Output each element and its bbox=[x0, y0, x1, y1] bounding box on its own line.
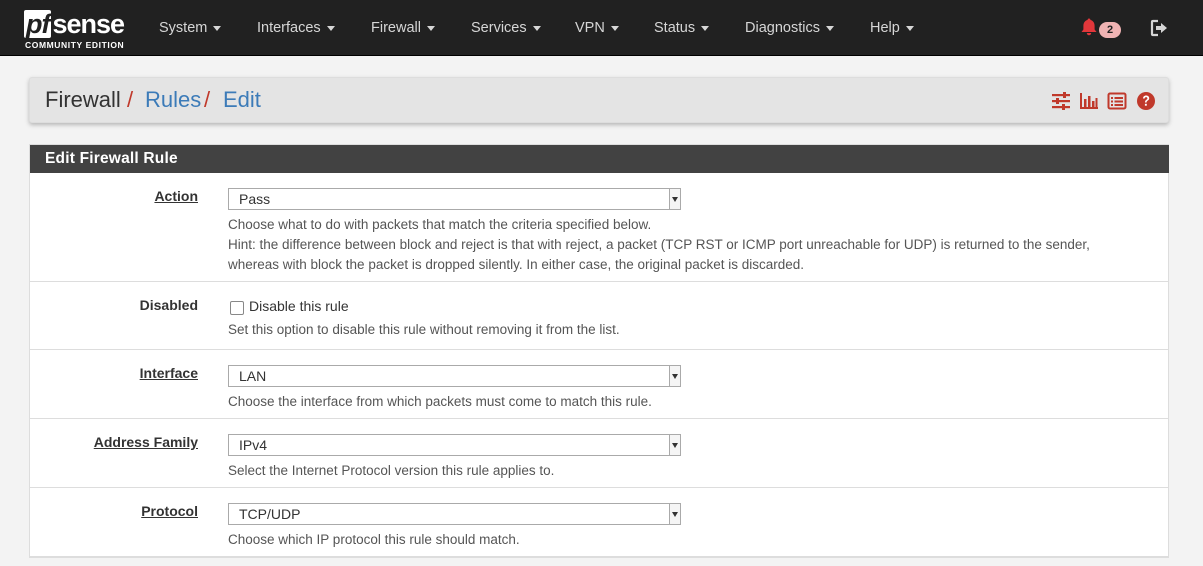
nav-diagnostics-label: Diagnostics bbox=[745, 20, 820, 36]
disabled-label: Disabled bbox=[139, 297, 198, 313]
nav-firewall[interactable]: Firewall bbox=[371, 0, 435, 56]
breadcrumb-firewall: Firewall bbox=[45, 87, 121, 112]
breadcrumb-rules-link[interactable]: Rules bbox=[145, 87, 201, 113]
question-circle-icon[interactable] bbox=[1136, 91, 1156, 111]
logo-sense: sense bbox=[52, 9, 125, 39]
caret-down-icon bbox=[326, 25, 335, 31]
address-family-label[interactable]: Address Family bbox=[94, 434, 198, 450]
panel-title: Edit Firewall Rule bbox=[30, 145, 1169, 173]
nav-system-label: System bbox=[159, 20, 208, 36]
interface-label[interactable]: Interface bbox=[140, 365, 198, 381]
breadcrumb: Firewall / Rules / Edit bbox=[29, 77, 1169, 123]
protocol-label[interactable]: Protocol bbox=[141, 503, 198, 519]
caret-down-icon bbox=[532, 25, 541, 31]
protocol-select[interactable]: TCP/UDP bbox=[228, 503, 681, 525]
action-help-line1: Choose what to do with packets that matc… bbox=[228, 217, 652, 232]
caret-down-icon bbox=[213, 25, 222, 31]
logo-wordmark: pf sense bbox=[24, 9, 125, 39]
row-address-family: Address Family IPv4 Select the Internet … bbox=[30, 419, 1168, 488]
bar-chart-icon[interactable] bbox=[1079, 91, 1099, 111]
address-family-select[interactable]: IPv4 bbox=[228, 434, 681, 456]
caret-down-icon bbox=[825, 25, 834, 31]
nav-services[interactable]: Services bbox=[471, 0, 541, 56]
breadcrumb-edit-link[interactable]: Edit bbox=[223, 87, 261, 113]
nav-status[interactable]: Status bbox=[654, 0, 710, 56]
row-protocol: Protocol TCP/UDP Choose which IP protoco… bbox=[30, 488, 1168, 557]
sign-out-icon[interactable] bbox=[1150, 18, 1170, 38]
row-interface: Interface LAN Choose the interface from … bbox=[30, 350, 1168, 419]
nav-system[interactable]: System bbox=[159, 0, 222, 56]
notification-count-badge[interactable]: 2 bbox=[1099, 22, 1121, 38]
protocol-select-value: TCP/UDP bbox=[239, 506, 301, 522]
logo-pf: pf bbox=[24, 9, 52, 39]
nav-diagnostics[interactable]: Diagnostics bbox=[745, 0, 834, 56]
protocol-help: Choose which IP protocol this rule shoul… bbox=[228, 532, 520, 547]
disabled-help: Set this option to disable this rule wit… bbox=[228, 322, 620, 337]
interface-select[interactable]: LAN bbox=[228, 365, 681, 387]
nav-vpn[interactable]: VPN bbox=[575, 0, 619, 56]
caret-down-icon bbox=[426, 25, 435, 31]
sliders-icon[interactable] bbox=[1051, 91, 1071, 111]
dropdown-arrow-icon bbox=[669, 189, 680, 209]
nav-services-label: Services bbox=[471, 20, 527, 36]
action-label[interactable]: Action bbox=[154, 188, 198, 204]
row-action: Action Pass Choose what to do with packe… bbox=[30, 173, 1168, 282]
address-family-help: Select the Internet Protocol version thi… bbox=[228, 463, 555, 478]
address-family-select-value: IPv4 bbox=[239, 437, 268, 453]
nav-interfaces[interactable]: Interfaces bbox=[257, 0, 335, 56]
edit-firewall-rule-panel: Edit Firewall Rule Action Pass Choose wh… bbox=[29, 144, 1169, 558]
dropdown-arrow-icon bbox=[669, 435, 680, 455]
nav-firewall-label: Firewall bbox=[371, 20, 421, 36]
nav-status-label: Status bbox=[654, 20, 696, 36]
dropdown-arrow-icon bbox=[669, 366, 680, 386]
nav-help-label: Help bbox=[870, 20, 900, 36]
caret-down-icon bbox=[905, 25, 914, 31]
dropdown-arrow-icon bbox=[669, 504, 680, 524]
action-help-line3: whereas with block the packet is dropped… bbox=[228, 257, 805, 272]
nav-interfaces-label: Interfaces bbox=[257, 20, 321, 36]
list-icon[interactable] bbox=[1107, 91, 1127, 111]
logo-edition: COMMUNITY EDITION bbox=[25, 40, 125, 50]
caret-down-icon bbox=[610, 25, 619, 31]
action-select[interactable]: Pass bbox=[228, 188, 681, 210]
disable-rule-checkbox-label[interactable]: Disable this rule bbox=[249, 297, 349, 315]
bell-icon[interactable] bbox=[1079, 17, 1099, 37]
nav-vpn-label: VPN bbox=[575, 20, 605, 36]
action-help-line2: Hint: the difference between block and r… bbox=[228, 237, 1090, 252]
pfsense-logo[interactable]: pf sense COMMUNITY EDITION bbox=[24, 8, 134, 52]
row-disabled: Disabled Disable this rule Set this opti… bbox=[30, 282, 1168, 350]
disable-rule-checkbox[interactable] bbox=[230, 301, 244, 315]
nav-help[interactable]: Help bbox=[870, 0, 914, 56]
action-select-value: Pass bbox=[239, 191, 271, 207]
breadcrumb-separator: / bbox=[204, 87, 211, 112]
caret-down-icon bbox=[701, 25, 710, 31]
interface-select-value: LAN bbox=[239, 368, 267, 384]
top-navbar: pf sense COMMUNITY EDITION System Interfa… bbox=[0, 0, 1203, 56]
breadcrumb-separator: / bbox=[127, 87, 134, 112]
interface-help: Choose the interface from which packets … bbox=[228, 394, 652, 409]
